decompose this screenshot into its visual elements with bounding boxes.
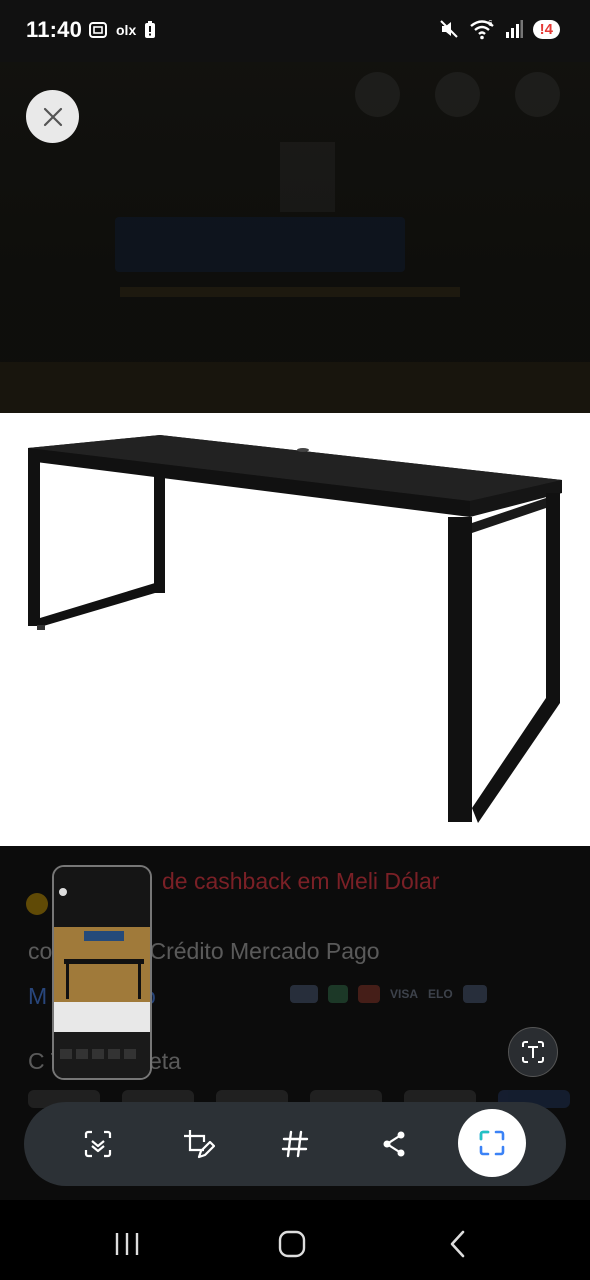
svg-text:6: 6 <box>488 19 493 28</box>
screen-capture-icon <box>89 22 107 38</box>
card-logo-icon <box>290 985 318 1003</box>
status-right-icons: 6 !4 <box>439 18 560 40</box>
floor-shape <box>0 362 590 413</box>
crop-pen-icon <box>184 1130 215 1159</box>
battery-alert-icon <box>145 21 156 38</box>
close-button[interactable] <box>26 90 79 143</box>
background-page-top <box>0 62 590 413</box>
status-bar: 11:40 olx 6 !4 <box>0 0 590 62</box>
decor-circle-3 <box>515 72 560 117</box>
shelf-shape <box>120 287 460 297</box>
status-time: 11:40 <box>26 17 83 42</box>
mute-icon <box>439 20 458 38</box>
recents-button[interactable] <box>102 1222 152 1266</box>
payment-logos: VISA ELO <box>290 985 487 1003</box>
pix-logo-icon <box>328 985 348 1003</box>
system-nav-bar <box>0 1200 590 1280</box>
smart-select-button[interactable] <box>70 1116 126 1172</box>
mastercard-logo-icon <box>358 985 380 1003</box>
draw-crop-button[interactable] <box>170 1116 226 1172</box>
back-chevron-icon <box>450 1230 465 1258</box>
home-button[interactable] <box>267 1222 317 1266</box>
screenshot-thumbnail[interactable] <box>52 865 152 1080</box>
cell-signal-icon <box>505 20 523 38</box>
product-image[interactable] <box>0 413 590 846</box>
decor-circle-1 <box>355 72 400 117</box>
elo-logo: ELO <box>428 987 453 1001</box>
capture-button[interactable] <box>458 1109 526 1177</box>
close-icon <box>43 107 62 126</box>
back-button[interactable] <box>433 1222 483 1266</box>
monitor-shape <box>115 217 405 272</box>
capture-icon <box>479 1130 505 1156</box>
recents-icon <box>115 1233 139 1255</box>
boleto-logo-icon <box>462 985 487 1003</box>
text-scan-icon <box>522 1041 544 1063</box>
tag-button[interactable] <box>267 1116 323 1172</box>
decor-circle-2 <box>435 72 480 117</box>
scan-text-icon <box>84 1130 112 1158</box>
cashback-text: de cashback em Meli Dólar <box>162 868 440 894</box>
extract-text-button[interactable] <box>508 1027 558 1077</box>
thumbnail-image <box>54 867 150 1078</box>
wifi-icon: 6 <box>469 19 494 40</box>
share-button[interactable] <box>366 1116 422 1172</box>
desk-image <box>28 435 562 823</box>
hashtag-icon <box>281 1130 309 1158</box>
visa-logo: VISA <box>390 987 419 1001</box>
olx-badge: olx <box>116 22 137 38</box>
status-left-icons: olx <box>88 20 156 40</box>
poster-shape <box>280 142 335 212</box>
home-icon <box>278 1230 306 1258</box>
notification-badge: !4 <box>532 19 560 39</box>
capture-toolbar <box>24 1102 566 1186</box>
coin-icon <box>26 893 48 915</box>
share-icon <box>383 1131 405 1157</box>
